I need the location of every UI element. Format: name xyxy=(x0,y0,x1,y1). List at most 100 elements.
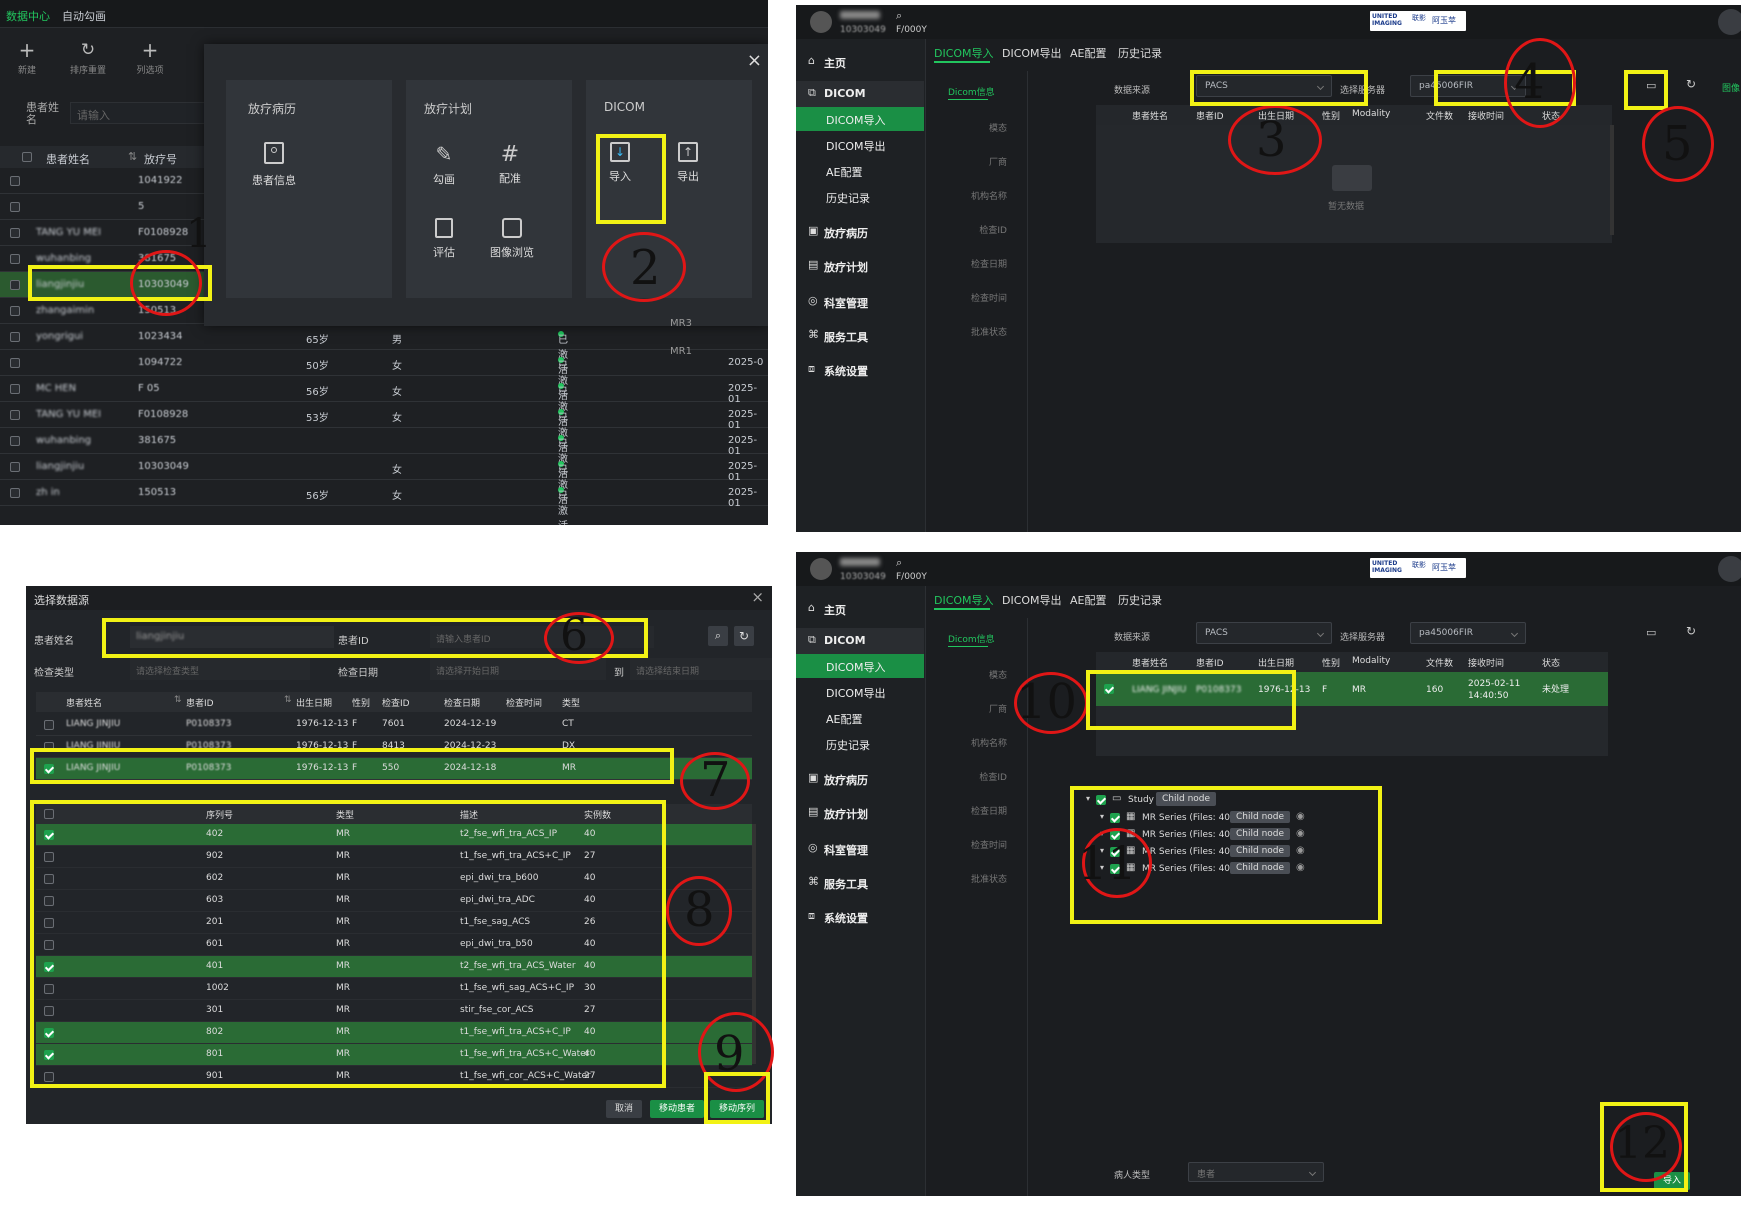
select-all-checkbox[interactable] xyxy=(22,152,32,162)
study-row[interactable]: LIANG JINJIU P0108373 1976-12-13 F 7601 2024-… xyxy=(36,714,752,736)
patient-info-button[interactable]: 患者信息 xyxy=(244,142,304,188)
series-row[interactable]: 402 MR t2_fse_wfi_tra_ACS_IP 40 xyxy=(36,824,752,846)
row-checkbox[interactable] xyxy=(10,410,20,420)
child-node-button[interactable]: Child node xyxy=(1230,828,1291,840)
nav-item[interactable]: ▤ 放疗计划 xyxy=(796,800,924,826)
row-checkbox[interactable] xyxy=(44,852,54,862)
tree-checkbox[interactable] xyxy=(1110,864,1120,874)
col-header[interactable]: 出生日期 xyxy=(1258,656,1294,669)
col-header-name[interactable]: 患者姓名 xyxy=(46,151,90,167)
server-select[interactable]: pa45006FIR xyxy=(1410,75,1526,97)
tree-checkbox[interactable] xyxy=(1110,830,1120,840)
series-row[interactable]: 201 MR t1_fse_sag_ACS 26 xyxy=(36,912,752,934)
nav-item[interactable]: DICOM导出 xyxy=(796,133,924,157)
nav-item[interactable]: ⌂ 主页 xyxy=(796,49,924,75)
child-node-button[interactable]: Child node xyxy=(1230,811,1291,823)
select-all-checkbox[interactable] xyxy=(44,809,54,819)
child-node-button[interactable]: Child node xyxy=(1230,862,1291,874)
series-row[interactable]: 301 MR stir_fse_cor_ACS 27 xyxy=(36,1000,752,1022)
tree-checkbox[interactable] xyxy=(1110,813,1120,823)
dicom-info-tab[interactable]: Dicom信息 xyxy=(948,85,995,98)
patient-name-input[interactable]: liangjinjiu xyxy=(130,626,334,648)
exam-type-select[interactable]: 请选择检查类型 xyxy=(130,658,310,680)
row-checkbox[interactable] xyxy=(44,764,54,774)
row-checkbox[interactable] xyxy=(44,1006,54,1016)
series-row[interactable]: 603 MR epi_dwi_tra_ADC 40 xyxy=(36,890,752,912)
col-header[interactable]: 接收时间 xyxy=(1468,656,1504,669)
nav-item[interactable]: ▣ 放疗病历 xyxy=(796,766,924,792)
search-input[interactable]: 请输入 xyxy=(70,102,210,124)
col-header[interactable]: 描述 xyxy=(460,808,478,821)
nav-item[interactable]: 历史记录 xyxy=(796,732,924,756)
col-header[interactable]: 实例数 xyxy=(584,808,611,821)
tree-node-study[interactable]: ▾ ▭ Study Child node xyxy=(1086,792,1326,810)
tab-ae-config[interactable]: AE配置 xyxy=(1070,45,1106,61)
table-row[interactable]: MC HEN F 05 56岁女已激活 2025-01 xyxy=(0,376,768,428)
col-header-rt-id[interactable]: 放疗号 xyxy=(144,151,177,167)
tree-checkbox[interactable] xyxy=(1110,847,1120,857)
series-row[interactable]: 1002 MR t1_fse_wfi_sag_ACS+C_IP 30 xyxy=(36,978,752,1000)
reset-button[interactable]: ↻ xyxy=(734,626,754,646)
row-checkbox[interactable] xyxy=(44,896,54,906)
table-row[interactable]: 1094722 50岁女已激活 2025-0 xyxy=(0,350,768,402)
tab-history[interactable]: 历史记录 xyxy=(1118,592,1162,608)
row-checkbox[interactable] xyxy=(44,940,54,950)
chevron-down-icon[interactable]: ▾ xyxy=(1100,846,1104,855)
tab-data-center[interactable]: 数据中心 xyxy=(6,8,50,24)
profile-circle[interactable] xyxy=(1718,9,1741,35)
toolbar-new[interactable]: + 新建 xyxy=(12,40,42,76)
refresh-icon[interactable]: ↻ xyxy=(1686,624,1696,638)
avatar[interactable] xyxy=(810,558,832,580)
tree-node-series[interactable]: ▾ ▦ MR Series (Files: 40) Child node ◉ xyxy=(1100,810,1330,827)
table-row[interactable]: wuhanbing 381675 已激活 2025-01 xyxy=(0,428,768,480)
tree-node-series[interactable]: ▾ ▦ MR Series (Files: 40) Child node ◉ xyxy=(1100,827,1330,844)
import-button[interactable]: 导入 xyxy=(1654,1172,1690,1190)
nav-item[interactable]: ⌘ 服务工具 xyxy=(796,323,924,349)
row-checkbox[interactable] xyxy=(44,962,54,972)
row-checkbox[interactable] xyxy=(10,488,20,498)
col-header[interactable]: 患者姓名 xyxy=(1132,656,1168,669)
col-header[interactable]: 患者ID xyxy=(186,696,214,709)
search-button[interactable]: ⌕ xyxy=(708,626,728,646)
col-header[interactable]: 患者ID xyxy=(1196,109,1224,122)
series-row[interactable]: 401 MR t2_fse_wfi_tra_ACS_Water 40 xyxy=(36,956,752,978)
server-select[interactable]: pa45006FIR xyxy=(1410,622,1526,644)
row-checkbox[interactable] xyxy=(10,176,20,186)
row-checkbox[interactable] xyxy=(10,436,20,446)
table-row[interactable]: yongrigui 1023434 65岁男已激活 xyxy=(0,324,768,376)
nav-item[interactable]: AE配置 xyxy=(796,706,924,730)
nav-item[interactable]: ▤ 放疗计划 xyxy=(796,253,924,279)
study-row[interactable]: LIANG JINJIU P0108373 1976-12-13 F 8413 2024-… xyxy=(36,736,752,758)
eye-icon[interactable]: ◉ xyxy=(1296,811,1305,822)
col-header[interactable]: 出生日期 xyxy=(296,696,332,709)
col-header[interactable]: 状态 xyxy=(1542,109,1560,122)
chevron-down-icon[interactable]: ▾ xyxy=(1100,863,1104,872)
patient-type-select[interactable]: 患者 xyxy=(1188,1162,1324,1182)
tab-auto-contour[interactable]: 自动勾画 xyxy=(62,8,106,24)
evaluate-button[interactable]: 评估 xyxy=(424,218,464,260)
chevron-down-icon[interactable]: ▾ xyxy=(1100,829,1104,838)
row-checkbox[interactable] xyxy=(44,742,54,752)
col-header[interactable]: 文件数 xyxy=(1426,109,1453,122)
series-row[interactable]: 901 MR t1_fse_wfi_cor_ACS+C_Water 27 xyxy=(36,1066,752,1088)
profile-circle[interactable] xyxy=(1718,556,1741,582)
nav-item[interactable]: ⌂ 主页 xyxy=(796,596,924,622)
tab-history[interactable]: 历史记录 xyxy=(1118,45,1162,61)
row-checkbox[interactable] xyxy=(44,918,54,928)
row-checkbox[interactable] xyxy=(10,202,20,212)
nav-item[interactable]: ⧈ 系统设置 xyxy=(796,904,924,930)
col-header[interactable]: 性别 xyxy=(1322,109,1340,122)
table-row[interactable]: TANG YU MEI F0108928 53岁女已激活 2025-01 xyxy=(0,402,768,454)
registration-button[interactable]: # 配准 xyxy=(490,142,530,186)
chevron-down-icon[interactable]: ▾ xyxy=(1100,812,1104,821)
close-icon[interactable]: × xyxy=(751,588,764,606)
nav-item[interactable]: ◎ 科室管理 xyxy=(796,289,924,315)
sort-icon[interactable]: ⇅ xyxy=(128,150,137,163)
row-checkbox[interactable] xyxy=(10,384,20,394)
sort-icon[interactable]: ⇅ xyxy=(284,695,292,705)
dicom-export-button[interactable]: ↑ 导出 xyxy=(668,142,708,184)
tree-checkbox[interactable] xyxy=(1096,795,1106,805)
tab-dicom-import[interactable]: DICOM导入 xyxy=(934,592,994,608)
col-header[interactable]: 性别 xyxy=(1322,656,1340,669)
series-row[interactable]: 601 MR epi_dwi_tra_b50 40 xyxy=(36,934,752,956)
